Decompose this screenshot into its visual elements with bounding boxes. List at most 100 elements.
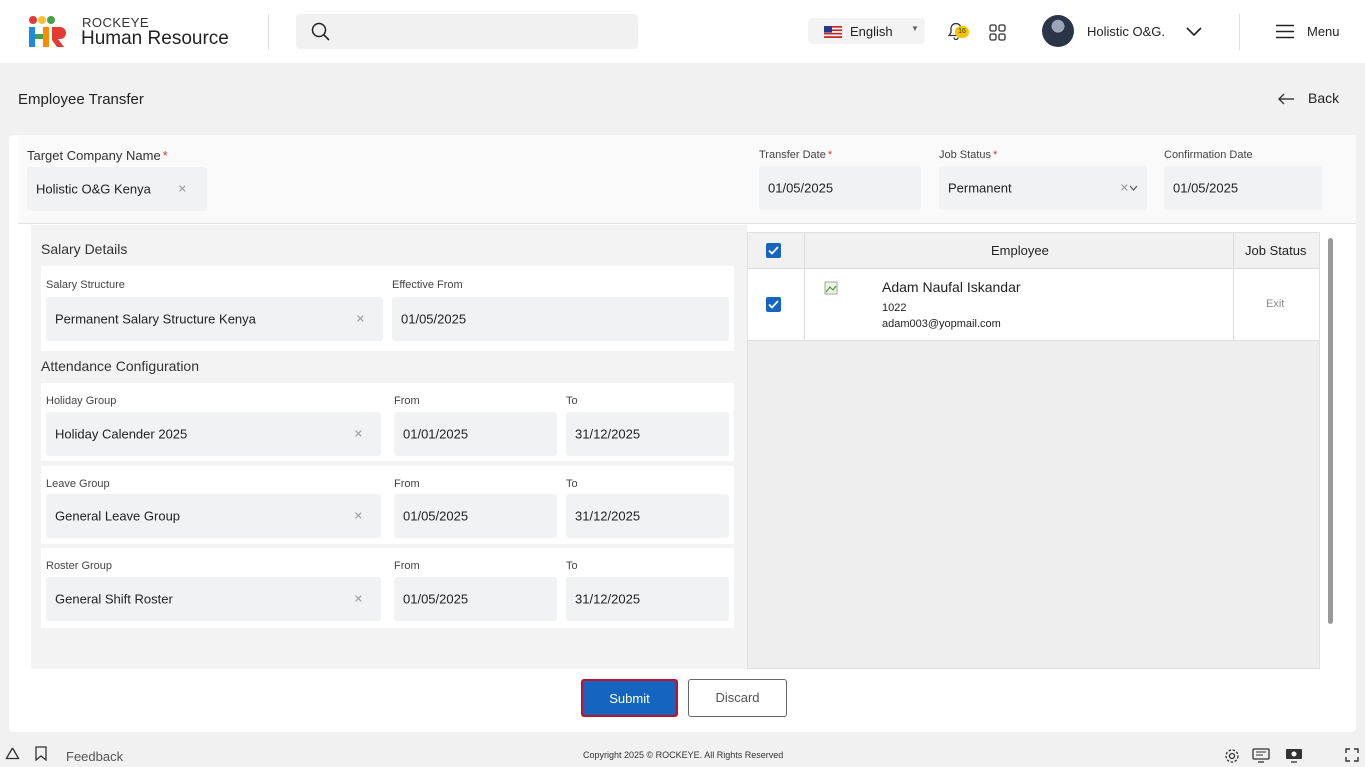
job-status-label: Job Status * bbox=[939, 149, 998, 161]
gear-icon[interactable] bbox=[1224, 748, 1240, 764]
header-divider bbox=[1239, 14, 1240, 50]
top-bar: ROCKEYE Human Resource English ▼ 16 Holi… bbox=[0, 0, 1365, 63]
fullscreen-icon[interactable] bbox=[1345, 748, 1359, 762]
transfer-date-input[interactable]: 01/05/2025 bbox=[759, 166, 921, 210]
job-status-column-header[interactable]: Job Status bbox=[1245, 243, 1306, 258]
holiday-to-input[interactable]: 31/12/2025 bbox=[566, 412, 729, 456]
language-select[interactable]: English ▼ bbox=[808, 18, 925, 44]
hamburger-menu-icon[interactable] bbox=[1275, 24, 1295, 39]
employee-table: Employee Job Status Adam Naufal Iskandar… bbox=[747, 232, 1320, 669]
target-company-select[interactable]: Holistic O&G Kenya ✕ bbox=[27, 167, 207, 211]
chevron-down-icon[interactable] bbox=[1186, 27, 1202, 37]
employee-column-header[interactable]: Employee bbox=[991, 243, 1049, 258]
holiday-from-value: 01/01/2025 bbox=[403, 426, 469, 442]
leave-group-label: Leave Group bbox=[46, 478, 110, 490]
salary-structure-value: Permanent Salary Structure Kenya bbox=[55, 311, 256, 327]
holiday-from-input[interactable]: 01/01/2025 bbox=[394, 412, 557, 456]
target-company-label: Target Company Name * bbox=[27, 148, 168, 163]
salary-structure-select[interactable]: Permanent Salary Structure Kenya ✕ bbox=[46, 297, 383, 341]
target-company-value: Holistic O&G Kenya bbox=[36, 181, 151, 197]
roster-from-input[interactable]: 01/05/2025 bbox=[394, 577, 557, 621]
rockeye-logo-icon[interactable] bbox=[28, 14, 66, 48]
monitor-icon[interactable] bbox=[1252, 748, 1270, 763]
table-row[interactable]: Adam Naufal Iskandar 1022 adam003@yopmai… bbox=[748, 269, 1319, 341]
menu-label[interactable]: Menu bbox=[1307, 24, 1340, 39]
confirmation-date-input[interactable]: 01/05/2025 bbox=[1164, 166, 1322, 210]
broken-image-icon bbox=[824, 281, 838, 295]
page-title: Employee Transfer bbox=[18, 91, 144, 108]
select-all-checkbox[interactable] bbox=[766, 243, 781, 258]
leave-from-input[interactable]: 01/05/2025 bbox=[394, 494, 557, 538]
holiday-group-select[interactable]: Holiday Calender 2025 ✕ bbox=[46, 412, 381, 456]
transfer-card: Target Company Name * Holistic O&G Kenya … bbox=[9, 135, 1356, 732]
roster-group-row: Roster Group General Shift Roster ✕ From… bbox=[41, 548, 734, 628]
scrollbar-thumb[interactable] bbox=[1328, 238, 1333, 624]
configuration-panel: Salary Details Salary Structure Permanen… bbox=[31, 225, 747, 669]
roster-to-value: 31/12/2025 bbox=[575, 591, 641, 607]
clear-icon[interactable]: ✕ bbox=[354, 510, 363, 523]
clear-icon[interactable]: ✕ bbox=[354, 593, 363, 606]
user-name[interactable]: Holistic O&G. bbox=[1087, 24, 1165, 39]
to-label: To bbox=[566, 395, 578, 407]
confirmation-date-value: 01/05/2025 bbox=[1173, 180, 1239, 196]
salary-details-title: Salary Details bbox=[41, 241, 128, 257]
clear-icon[interactable]: ✕ bbox=[1120, 182, 1129, 195]
header-divider bbox=[268, 14, 269, 50]
column-divider bbox=[1233, 269, 1234, 341]
salary-structure-group: Salary Structure Permanent Salary Struct… bbox=[41, 266, 734, 351]
us-flag-icon bbox=[824, 26, 842, 38]
copyright-text: Copyright 2025 © ROCKEYE. All Rights Res… bbox=[583, 750, 784, 760]
row-checkbox[interactable] bbox=[766, 297, 781, 312]
column-divider bbox=[804, 269, 805, 341]
clear-icon[interactable]: ✕ bbox=[354, 428, 363, 441]
bookmark-icon[interactable] bbox=[35, 746, 47, 761]
recycle-icon[interactable] bbox=[5, 747, 20, 761]
feedback-link[interactable]: Feedback bbox=[66, 749, 123, 764]
holiday-group-label: Holiday Group bbox=[46, 395, 117, 407]
column-divider bbox=[804, 233, 805, 269]
screen-settings-icon[interactable] bbox=[1285, 748, 1303, 763]
effective-from-label: Effective From bbox=[392, 279, 463, 291]
chevron-down-icon[interactable] bbox=[1129, 185, 1138, 191]
language-label: English bbox=[850, 24, 893, 39]
apps-grid-icon[interactable] bbox=[989, 24, 1006, 41]
roster-to-input[interactable]: 31/12/2025 bbox=[566, 577, 729, 621]
roster-group-value: General Shift Roster bbox=[55, 591, 173, 607]
confirmation-date-label: Confirmation Date bbox=[1164, 149, 1253, 161]
salary-structure-label: Salary Structure bbox=[46, 279, 125, 291]
employee-job-status: Exit bbox=[1266, 298, 1285, 310]
holiday-group-value: Holiday Calender 2025 bbox=[55, 426, 188, 442]
leave-group-select[interactable]: General Leave Group ✕ bbox=[46, 494, 381, 538]
avatar[interactable] bbox=[1042, 15, 1074, 47]
roster-group-label: Roster Group bbox=[46, 560, 113, 572]
holiday-group-row: Holiday Group Holiday Calender 2025 ✕ Fr… bbox=[41, 383, 734, 461]
brand-main: Human Resource bbox=[81, 28, 229, 49]
transfer-info-row: Target Company Name * Holistic O&G Kenya … bbox=[18, 135, 1356, 224]
back-label: Back bbox=[1308, 90, 1340, 106]
submit-button[interactable]: Submit bbox=[581, 679, 678, 717]
job-status-select[interactable]: Permanent ✕ bbox=[939, 166, 1147, 210]
leave-to-input[interactable]: 31/12/2025 bbox=[566, 494, 729, 538]
holiday-to-value: 31/12/2025 bbox=[575, 426, 641, 442]
leave-to-value: 31/12/2025 bbox=[575, 508, 641, 524]
clear-icon[interactable]: ✕ bbox=[178, 183, 187, 196]
employee-id: 1022 bbox=[882, 302, 907, 314]
effective-from-input[interactable]: 01/05/2025 bbox=[392, 297, 729, 341]
employee-email: adam003@yopmail.com bbox=[882, 318, 1001, 330]
roster-group-select[interactable]: General Shift Roster ✕ bbox=[46, 577, 381, 621]
table-scrollbar[interactable] bbox=[1327, 232, 1335, 669]
employee-name: Adam Naufal Iskandar bbox=[882, 279, 1021, 295]
clear-icon[interactable]: ✕ bbox=[356, 313, 365, 326]
transfer-date-value: 01/05/2025 bbox=[768, 180, 834, 196]
from-label: From bbox=[394, 478, 420, 490]
search-input[interactable] bbox=[296, 14, 638, 49]
footer: Feedback Copyright 2025 © ROCKEYE. All R… bbox=[0, 740, 1365, 767]
column-divider bbox=[1233, 233, 1234, 269]
notification-badge: 16 bbox=[955, 26, 969, 38]
arrow-left-icon bbox=[1278, 93, 1294, 105]
transfer-date-label: Transfer Date * bbox=[759, 149, 833, 161]
check-icon bbox=[768, 300, 779, 309]
effective-from-value: 01/05/2025 bbox=[401, 311, 467, 327]
discard-button[interactable]: Discard bbox=[688, 679, 787, 717]
to-label: To bbox=[566, 560, 578, 572]
